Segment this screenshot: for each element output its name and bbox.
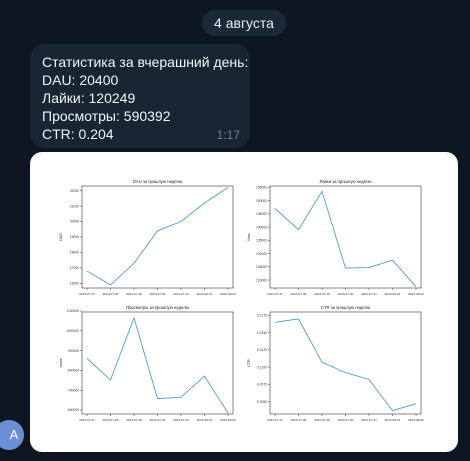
x-tick-label: 2023-07-27 — [79, 418, 95, 422]
chart-title: CTR за прошлую неделю — [321, 305, 370, 310]
message-line: Просмотры: 590392 — [42, 108, 171, 124]
chart-ylabel: CTR — [247, 359, 251, 367]
y-tick-label: 700000 — [68, 388, 79, 392]
message-time: 1:17 — [216, 128, 240, 142]
x-tick-label: 2023-07-28 — [103, 292, 119, 296]
y-tick-label: 0.2100 — [257, 365, 267, 369]
y-tick-label: 0.2075 — [257, 383, 267, 387]
chart-ylabel: views — [59, 358, 63, 367]
x-tick-label: 2023-07-28 — [291, 418, 307, 422]
y-tick-label: 800000 — [68, 369, 79, 373]
y-tick-label: 0.2050 — [257, 400, 267, 404]
x-tick-label: 2023-07-28 — [103, 418, 119, 422]
x-tick-label: 2023-07-29 — [314, 418, 330, 422]
chart-frame — [81, 185, 234, 289]
y-tick-label: 0.2125 — [257, 348, 267, 352]
chart-title: Лайки за прошлую неделю — [319, 179, 371, 184]
x-tick-label: 2023-08-02 — [220, 292, 236, 296]
y-tick-label: 120000 — [256, 278, 267, 282]
x-tick-label: 2023-07-29 — [126, 292, 142, 296]
y-tick-label: 22000 — [70, 189, 79, 193]
charts-figure: DAU за прошлую неделю DAU 16000 17000 18000 1… — [59, 179, 424, 422]
x-tick-label: 2023-07-30 — [338, 292, 354, 296]
chart-frame — [269, 185, 422, 289]
x-tick-label: 2023-07-29 — [314, 292, 330, 296]
x-tick-label: 2023-07-27 — [267, 292, 283, 296]
chart-title: Просмотры за прошлую неделю — [126, 305, 189, 310]
x-tick-label: 2023-08-02 — [408, 292, 424, 296]
y-tick-label: 155000 — [256, 186, 267, 190]
y-tick-label: 150000 — [256, 199, 267, 203]
y-tick-label: 145000 — [256, 212, 267, 216]
y-tick-label: 18000 — [70, 251, 79, 255]
chart-title: DAU за прошлую неделю — [133, 179, 182, 184]
date-separator: 4 августа — [202, 10, 286, 36]
y-tick-label: 16000 — [70, 282, 79, 286]
y-tick-label: 1100000 — [66, 309, 79, 313]
x-tick-label: 2023-08-02 — [408, 418, 424, 422]
chart-image-message[interactable]: DAU за прошлую неделю DAU 16000 17000 18000 1… — [30, 152, 458, 452]
x-tick-label: 2023-07-27 — [79, 292, 95, 296]
y-tick-label: 1000000 — [66, 329, 79, 333]
x-tick-label: 2023-07-31 — [173, 418, 189, 422]
x-tick-label: 2023-07-31 — [361, 418, 377, 422]
chart-ylabel: likes — [247, 233, 251, 240]
x-tick-label: 2023-07-27 — [267, 418, 283, 422]
message-line: DAU: 20400 — [42, 72, 119, 88]
y-tick-label: 21000 — [70, 204, 79, 208]
x-tick-label: 2023-07-30 — [150, 292, 166, 296]
message-bubble[interactable]: Статистика за вчерашний день: DAU: 20400… — [30, 44, 250, 148]
x-tick-label: 2023-08-01 — [385, 418, 401, 422]
x-tick-label: 2023-07-30 — [150, 418, 166, 422]
chart-frame — [269, 311, 422, 415]
y-tick-label: 140000 — [256, 225, 267, 229]
y-tick-label: 900000 — [68, 349, 79, 353]
x-tick-label: 2023-07-31 — [173, 292, 189, 296]
message-line: CTR: 0.204 — [42, 126, 114, 142]
y-tick-label: 0.2175 — [257, 314, 267, 318]
x-tick-label: 2023-08-02 — [220, 418, 236, 422]
x-tick-label: 2023-08-01 — [197, 418, 213, 422]
x-tick-label: 2023-07-31 — [361, 292, 377, 296]
y-tick-label: 17000 — [70, 266, 79, 270]
x-tick-label: 2023-07-28 — [291, 292, 307, 296]
y-tick-label: 0.2150 — [257, 331, 267, 335]
chart-ylabel: DAU — [59, 233, 63, 241]
message-line: Статистика за вчерашний день: — [42, 54, 249, 70]
y-tick-label: 600000 — [68, 408, 79, 412]
x-tick-label: 2023-08-01 — [197, 292, 213, 296]
y-tick-label: 125000 — [256, 265, 267, 269]
y-tick-label: 130000 — [256, 252, 267, 256]
avatar[interactable]: A — [0, 420, 24, 450]
y-tick-label: 20000 — [70, 220, 79, 224]
x-tick-label: 2023-07-30 — [338, 418, 354, 422]
x-tick-label: 2023-07-29 — [126, 418, 142, 422]
x-tick-label: 2023-08-01 — [385, 292, 401, 296]
y-tick-label: 135000 — [256, 239, 267, 243]
y-tick-label: 19000 — [70, 235, 79, 239]
message-line: Лайки: 120249 — [42, 90, 136, 106]
